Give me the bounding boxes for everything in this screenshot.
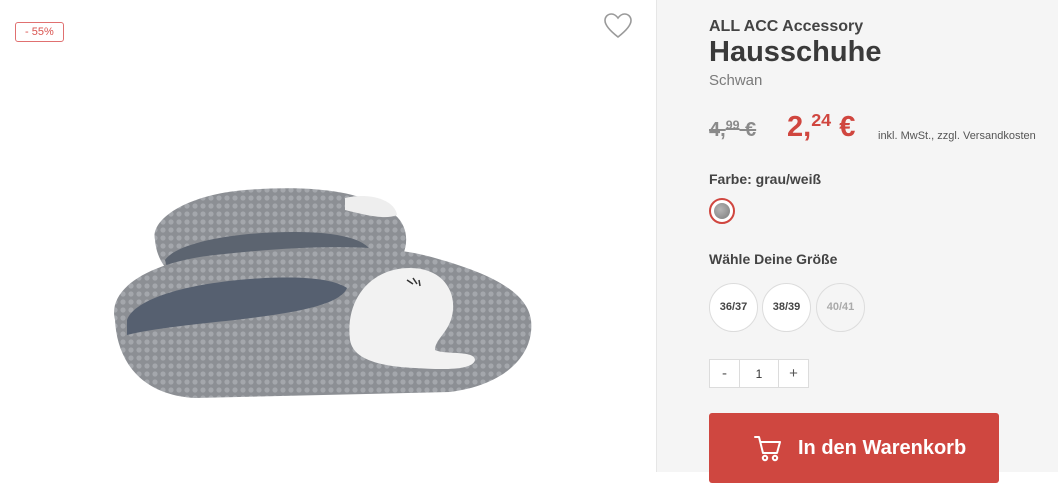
- add-to-cart-label: In den Warenkorb: [798, 437, 967, 459]
- size-option-36-37[interactable]: 36/37: [709, 283, 758, 332]
- product-image[interactable]: [95, 170, 545, 420]
- product-gallery: - 55%: [0, 0, 656, 472]
- new-price-cents: 24: [811, 110, 832, 130]
- quantity-input[interactable]: [739, 360, 779, 387]
- size-option-40-41: 40/41: [816, 283, 865, 332]
- product-subtitle: Schwan: [709, 72, 763, 89]
- old-price: 4,99 €: [709, 118, 756, 142]
- new-price-currency: €: [839, 110, 856, 143]
- old-price-currency: €: [745, 118, 757, 141]
- product-details: ALL ACC Accessory Hausschuhe Schwan 4,99…: [657, 0, 1058, 483]
- tax-note[interactable]: inkl. MwSt., zzgl. Versandkosten: [878, 130, 1036, 142]
- heart-icon: [604, 13, 632, 39]
- add-to-cart-button[interactable]: In den Warenkorb: [709, 413, 999, 483]
- new-price-main: 2,: [787, 110, 812, 143]
- old-price-main: 4,: [709, 118, 726, 141]
- old-price-cents: 99: [725, 118, 740, 132]
- color-swatch-grau-weiss[interactable]: [709, 198, 735, 224]
- product-title: Hausschuhe: [709, 36, 882, 68]
- wishlist-button[interactable]: [603, 12, 633, 40]
- swatch-fill: [714, 203, 730, 219]
- size-option-38-39[interactable]: 38/39: [762, 283, 811, 332]
- new-price: 2,24 €: [787, 110, 855, 144]
- size-label: Wähle Deine Größe: [709, 251, 838, 267]
- quantity-stepper: - +: [709, 359, 809, 388]
- cart-icon: [754, 436, 781, 462]
- product-brand[interactable]: ALL ACC Accessory: [709, 18, 863, 36]
- discount-badge: - 55%: [15, 22, 64, 42]
- quantity-decrement-button[interactable]: -: [710, 360, 739, 387]
- quantity-increment-button[interactable]: +: [779, 360, 808, 387]
- color-label: Farbe: grau/weiß: [709, 171, 822, 187]
